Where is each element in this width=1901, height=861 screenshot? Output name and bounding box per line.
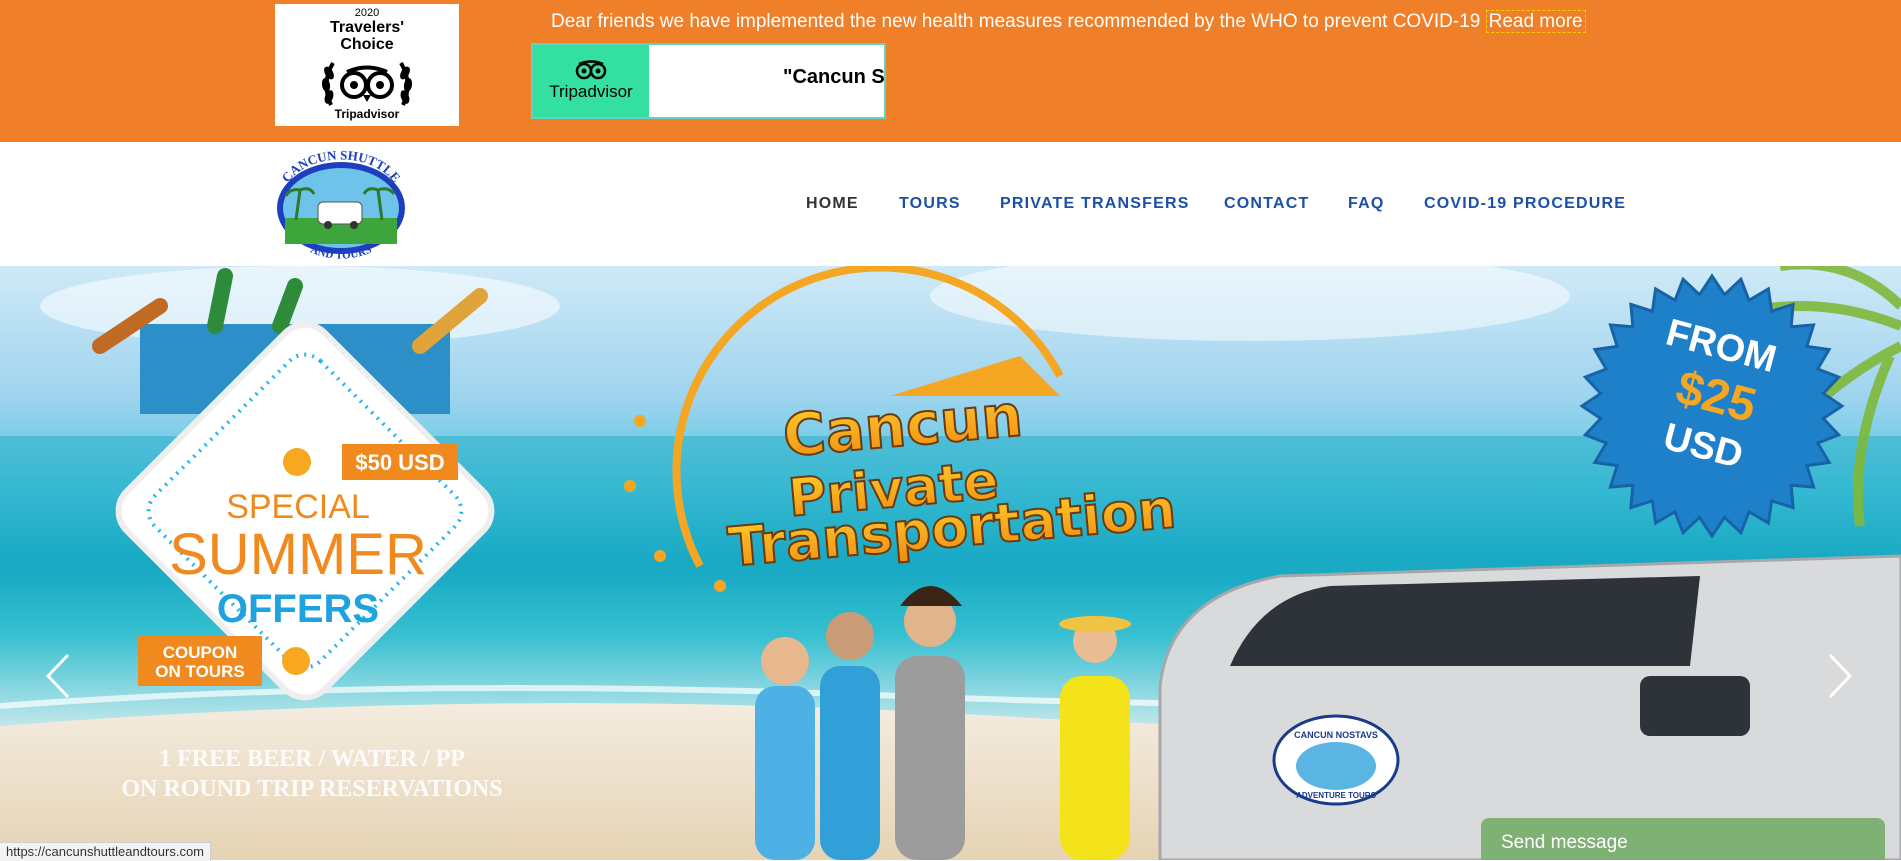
slider-prev-arrow[interactable] (42, 651, 72, 701)
hero-slide-image: $50 USD SPECIAL SUMMER OFFERS COUPON ON … (0, 266, 1901, 860)
badge-title-line1: Travelers' (329, 19, 405, 36)
send-message-chat-button[interactable]: Send message (1481, 818, 1885, 860)
covid-notice-text: Dear friends we have implemented the new… (551, 11, 1486, 32)
read-more-link[interactable]: Read more (1485, 10, 1586, 33)
nav-item-covid-19-procedure[interactable]: COVID-19 PROCEDURE (1424, 195, 1626, 213)
nav-item-home[interactable]: HOME (806, 195, 859, 213)
main-nav: HOME TOURS PRIVATE TRANSFERS CONTACT FAQ… (0, 195, 1901, 219)
slider-next-arrow[interactable] (1826, 651, 1856, 701)
promo-summer: SUMMER (169, 522, 427, 587)
badge-year: 2020 (354, 7, 380, 19)
nav-item-tours[interactable]: TOURS (899, 195, 961, 213)
promo-footer-line1: 1 FREE BEER / WATER / PP (159, 746, 465, 772)
van-badge-bottom: ADVENTURE TOURS (1296, 791, 1377, 800)
covid-notice: Dear friends we have implemented the new… (551, 10, 1586, 33)
van-badge-top: CANCUN NOSTAVS (1294, 730, 1378, 740)
nav-item-faq[interactable]: FAQ (1348, 195, 1385, 213)
tripadvisor-review-widget[interactable]: Tripadvisor "Cancun Sh (531, 43, 886, 119)
promo-coupon-line2: ON TOURS (155, 662, 244, 681)
promo-special: SPECIAL (226, 488, 370, 526)
shuttle-van: CANCUN NOSTAVS ADVENTURE TOURS (1158, 554, 1901, 860)
tripadvisor-wordmark: Tripadvisor (549, 82, 633, 101)
nav-item-private-transfers[interactable]: PRIVATE TRANSFERS (1000, 195, 1190, 213)
tripadvisor-owl-icon (321, 61, 413, 106)
nav-item-contact[interactable]: CONTACT (1224, 195, 1309, 213)
hero-slider: $50 USD SPECIAL SUMMER OFFERS COUPON ON … (0, 266, 1901, 860)
travelers-choice-badge[interactable]: 2020 Travelers' Choice Tripadvisor (275, 4, 459, 126)
tourists-group (755, 586, 1131, 860)
badge-title-line2: Choice (340, 36, 394, 53)
promo-price: $50 USD (355, 450, 444, 475)
tripadvisor-logo[interactable]: Tripadvisor (533, 45, 649, 117)
promo-footer-line2: ON ROUND TRIP RESERVATIONS (121, 776, 502, 802)
status-bar-url: https://cancunshuttleandtours.com (0, 842, 212, 861)
badge-brand: Tripadvisor (334, 107, 400, 121)
promo-coupon-line1: COUPON (163, 643, 238, 662)
promo-offers: OFFERS (217, 587, 379, 631)
top-announcement-bar: 2020 Travelers' Choice Tripadvisor Dear … (0, 0, 1901, 142)
review-ticker-text: "Cancun Sh (783, 66, 886, 88)
tripadvisor-owl-icon (575, 60, 607, 80)
